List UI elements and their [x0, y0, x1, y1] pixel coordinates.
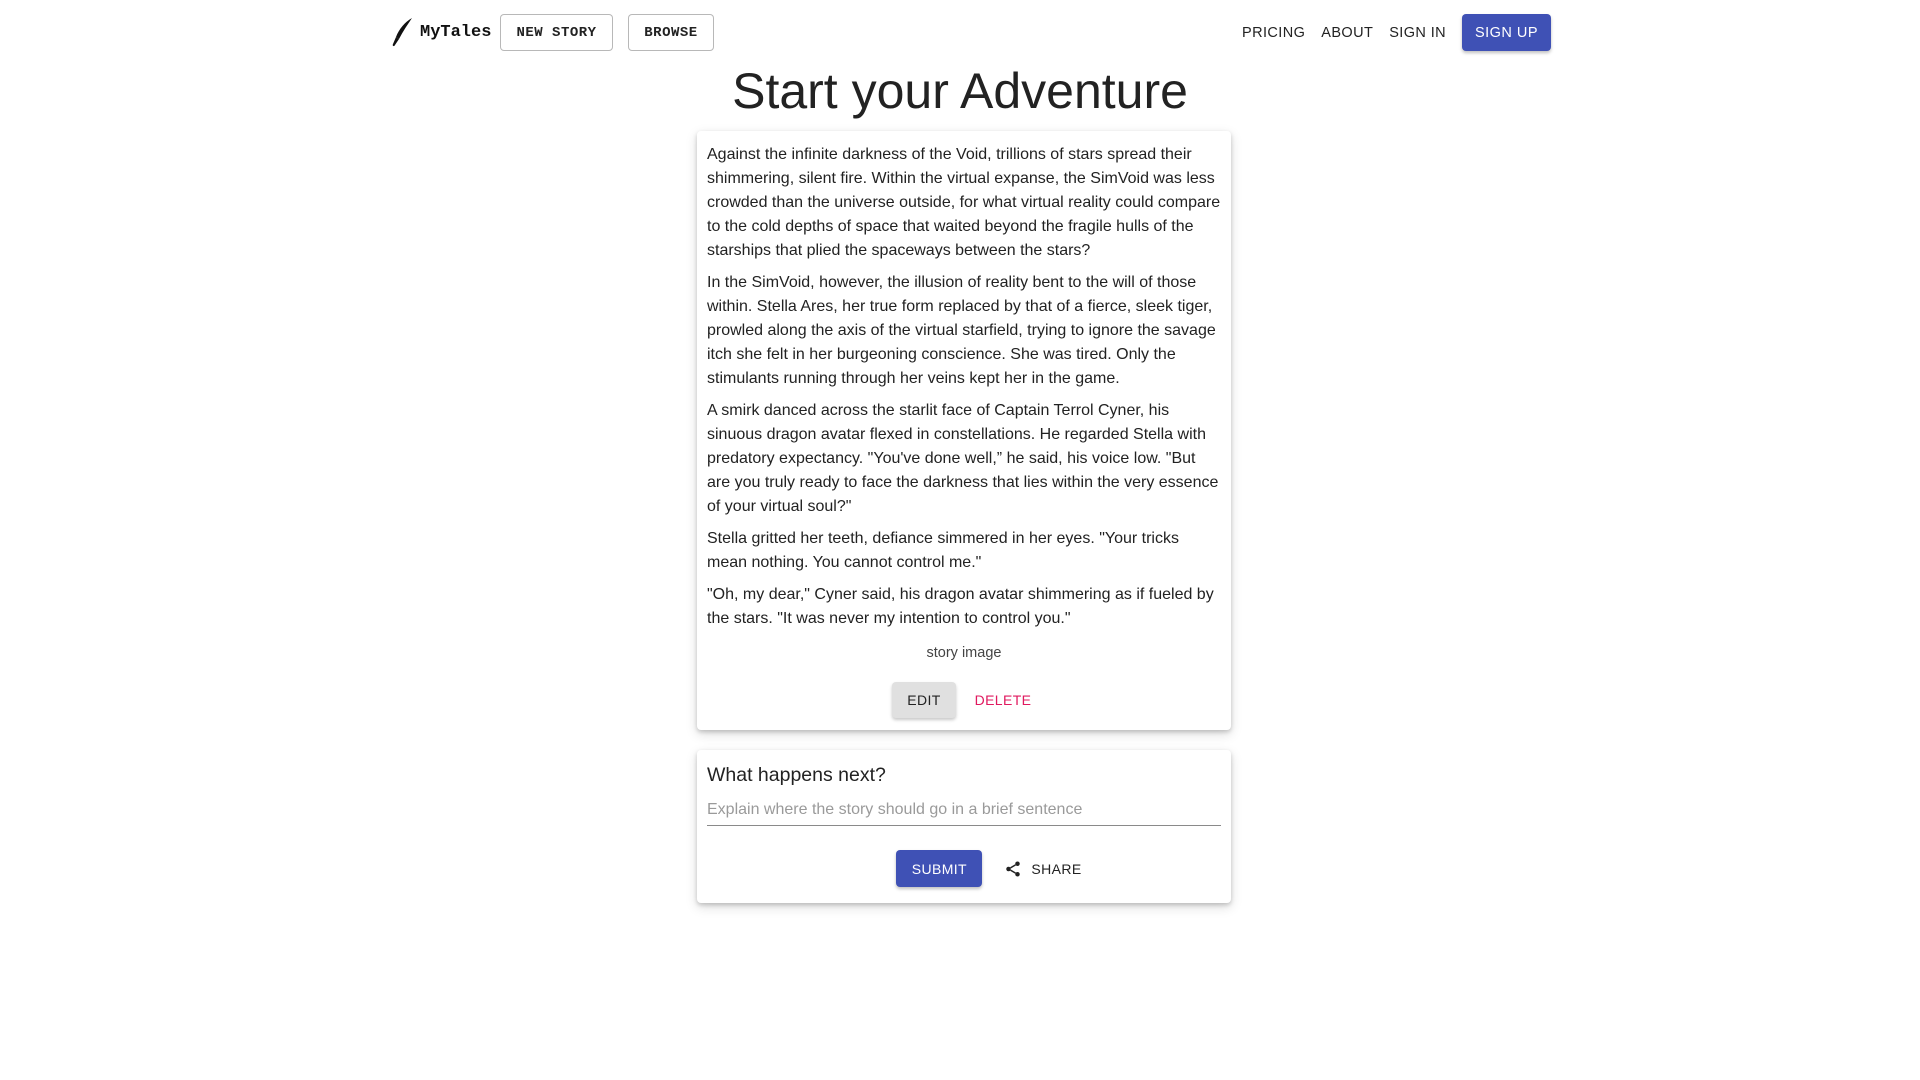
story-image-placeholder: story image — [707, 645, 1221, 665]
story-image-alt: story image — [926, 645, 1002, 661]
story-paragraph: Stella gritted her teeth, defiance simme… — [707, 530, 1179, 571]
edit-button[interactable]: EDIT — [892, 682, 956, 718]
nav-link-pricing[interactable]: PRICING — [1234, 25, 1313, 41]
nav-link-about[interactable]: ABOUT — [1313, 25, 1381, 41]
story-paragraph: "Oh, my dear," Cyner said, his dragon av… — [707, 586, 1214, 627]
next-step-actions: SUBMIT SHARE — [707, 850, 1221, 887]
story-paragraph: Against the infinite darkness of the Voi… — [707, 146, 1221, 259]
sign-up-button[interactable]: SIGN UP — [1462, 14, 1551, 51]
share-label: SHARE — [1031, 860, 1082, 877]
nav-right: PRICING ABOUT SIGN IN SIGN UP — [1234, 14, 1551, 51]
next-step-input[interactable] — [707, 797, 1221, 826]
brand-logo[interactable]: MyTales — [388, 14, 491, 50]
story-actions: EDIT DELETE — [707, 682, 1221, 718]
story-paragraph: A smirk danced across the starlit face o… — [707, 402, 1219, 515]
story-card: Against the infinite darkness of the Voi… — [697, 131, 1231, 730]
nav-link-sign-in[interactable]: SIGN IN — [1381, 25, 1454, 41]
brand-name: MyTales — [420, 22, 492, 42]
top-navbar: MyTales NEW STORY BROWSE PRICING ABOUT S… — [0, 0, 1920, 64]
submit-button[interactable]: SUBMIT — [896, 850, 983, 887]
share-icon — [1004, 860, 1022, 878]
next-step-card: What happens next? SUBMIT SHARE — [697, 750, 1231, 903]
new-story-button[interactable]: NEW STORY — [500, 14, 613, 51]
story-paragraph: In the SimVoid, however, the illusion of… — [707, 274, 1216, 387]
share-button[interactable]: SHARE — [1004, 850, 1081, 887]
quill-pen-icon — [388, 16, 416, 48]
next-step-heading: What happens next? — [707, 764, 886, 786]
delete-button[interactable]: DELETE — [970, 682, 1036, 718]
page-title: Start your Adventure — [732, 63, 1188, 119]
browse-button[interactable]: BROWSE — [628, 14, 714, 51]
